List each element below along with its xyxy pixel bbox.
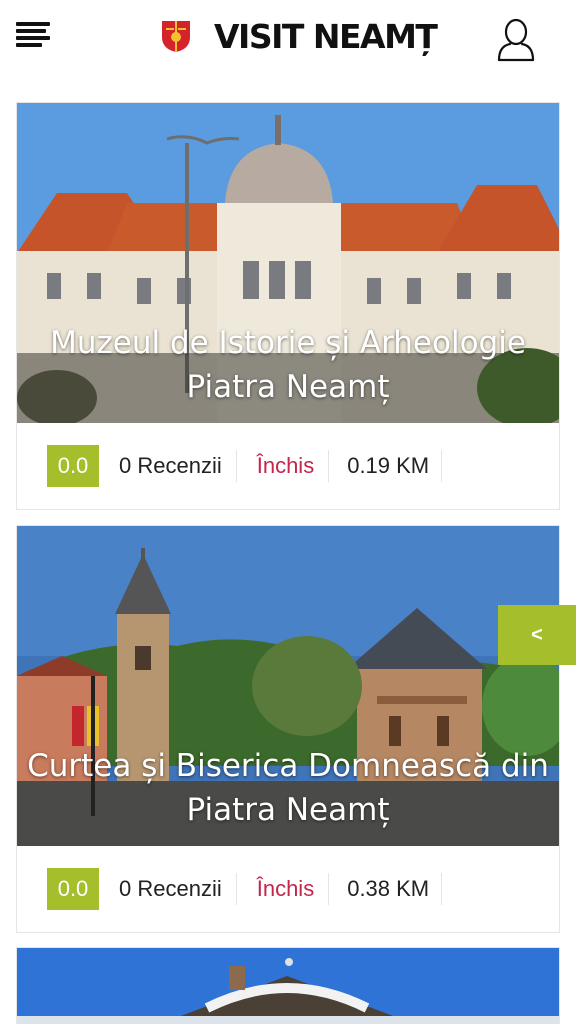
listing-image[interactable] xyxy=(17,948,559,1024)
brand[interactable]: VISIT NEAMȚ xyxy=(160,14,438,58)
rating-badge: 0.0 xyxy=(47,445,99,487)
reviews-count[interactable]: 0 Recenzii xyxy=(99,873,237,905)
listing-card[interactable] xyxy=(16,947,560,1024)
distance: 0.19 KM xyxy=(329,450,443,482)
neamt-crest-icon xyxy=(162,21,190,52)
distance: 0.38 KM xyxy=(329,873,443,905)
listing-meta: 0.0 0 Recenzii Închis 0.19 KM xyxy=(17,423,559,509)
listing-image[interactable]: Curtea și Biserica Domnească din Piatra … xyxy=(17,526,559,846)
reviews-count[interactable]: 0 Recenzii xyxy=(99,450,237,482)
rating-badge: 0.0 xyxy=(47,868,99,910)
user-profile-icon[interactable] xyxy=(496,18,536,62)
listing-title[interactable]: Curtea și Biserica Domnească din Piatra … xyxy=(27,744,549,832)
open-status: Închis xyxy=(237,450,330,482)
listing-title[interactable]: Muzeul de Istorie și Arheologie Piatra N… xyxy=(27,321,549,409)
building-photo xyxy=(17,948,559,1024)
app-title: VISIT NEAMȚ xyxy=(214,16,438,56)
open-status: Închis xyxy=(237,873,330,905)
chevron-left-icon: < xyxy=(531,623,543,646)
listing-card[interactable]: Curtea și Biserica Domnească din Piatra … xyxy=(16,525,560,933)
hamburger-menu-icon[interactable] xyxy=(16,22,52,48)
side-panel-toggle[interactable]: < xyxy=(498,605,576,665)
app-header: VISIT NEAMȚ xyxy=(0,0,576,88)
listing-card[interactable]: Muzeul de Istorie și Arheologie Piatra N… xyxy=(16,102,560,510)
listing-image[interactable]: Muzeul de Istorie și Arheologie Piatra N… xyxy=(17,103,559,423)
listing-meta: 0.0 0 Recenzii Închis 0.38 KM xyxy=(17,846,559,932)
